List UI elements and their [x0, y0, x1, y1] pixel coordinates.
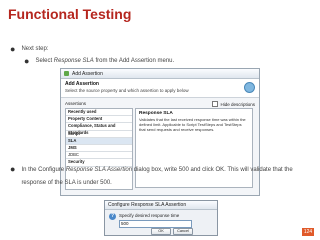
bullet-text-emphasis: Response SLA Assertion [65, 167, 133, 173]
list-item[interactable]: Property Content [66, 116, 132, 124]
dialog-header-subtitle: Select the source property and which ass… [65, 88, 189, 93]
response-time-prompt: Specify desired response time [119, 213, 180, 218]
bullet-icon: ● [24, 56, 30, 66]
dialog-titlebar: Configure Response SLA Assertion [105, 201, 217, 210]
list-item[interactable]: Compliance, Status and Standards [66, 123, 132, 135]
list-item[interactable]: JMS [66, 145, 132, 153]
bullet-text-part: dialog box, write 500 and click OK. This… [132, 167, 293, 173]
bullet-text-part: In the Configure [21, 167, 66, 173]
dialog-window-title: Configure Response SLA Assertion [108, 202, 187, 208]
dialog-titlebar: Add Assertion [61, 69, 259, 79]
description-text: Validates that the last received respons… [139, 117, 246, 132]
bullet-icon: ● [10, 164, 16, 174]
list-item[interactable]: JDBC [66, 152, 132, 160]
slide-title: Functional Testing [8, 6, 132, 22]
list-item[interactable]: Recently used [66, 109, 132, 117]
bullet-icon: ● [10, 44, 16, 54]
soapui-icon [64, 71, 69, 76]
ok-button[interactable]: OK [151, 228, 171, 235]
checkbox-icon[interactable] [212, 101, 219, 107]
bullet-text: Select Response SLA from the Add Asserti… [35, 56, 174, 66]
hide-descriptions-checkbox[interactable]: Hide descriptions [212, 101, 255, 107]
bullet-text: In the Configure Response SLA Assertion … [21, 164, 292, 190]
bullet-select-response-sla: ● Select Response SLA from the Add Asser… [24, 56, 174, 66]
bullet-text-part: from the Add Assertion menu. [93, 58, 175, 64]
cancel-button[interactable]: Cancel [173, 228, 193, 235]
bullet-next-step: ● Next step: [10, 44, 48, 54]
dialog-header: Add Assertion Select the source property… [61, 79, 259, 98]
response-time-input[interactable]: 500 [119, 220, 192, 228]
bullet-text-emphasis: Response SLA [53, 58, 94, 64]
dialog-body: ? Specify desired response time 500 OK C… [105, 210, 217, 238]
bullet-text: Next step: [21, 46, 49, 52]
bullet-text-part: response of the SLA is under 500. [21, 180, 112, 186]
bullet-configure-sla: ● In the Configure Response SLA Assertio… [10, 164, 310, 190]
page-number: 124 [302, 228, 314, 236]
question-icon: ? [109, 213, 116, 220]
dialog-header-title: Add Assertion [65, 81, 99, 87]
list-item[interactable]: Script [66, 131, 132, 138]
configure-sla-dialog: Configure Response SLA Assertion ? Speci… [104, 200, 218, 236]
list-item-selected[interactable]: SLA [66, 137, 132, 145]
description-title[interactable]: Response SLA [139, 111, 249, 116]
dialog-window-title: Add Assertion [72, 70, 103, 77]
hide-descriptions-label: Hide descriptions [220, 101, 255, 107]
help-icon[interactable] [244, 82, 255, 93]
bullet-text-part: Select [35, 58, 54, 64]
assertions-label: Assertions [65, 101, 87, 106]
